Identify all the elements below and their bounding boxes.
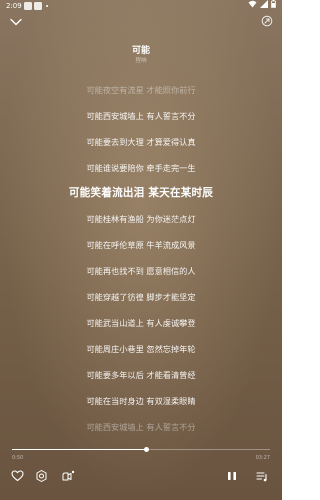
song-title: 可能	[131, 46, 150, 56]
notification-badge-icon	[24, 2, 32, 10]
lyric-line[interactable]: 可能谁说要陪你 牵手走完一生	[0, 162, 282, 174]
progress-fill	[12, 449, 147, 450]
lyric-line[interactable]: 可能穿越了彷徨 脚步才能坚定	[0, 291, 282, 303]
battery-icon	[271, 0, 276, 8]
lyric-line[interactable]: 可能要多年以后 才能看清曾经	[0, 369, 282, 381]
song-artist[interactable]: 程响	[0, 56, 282, 64]
current-time: 0:50	[12, 455, 24, 461]
mv-icon[interactable]	[60, 469, 76, 483]
speed-icon[interactable]	[35, 469, 48, 483]
lyrics-panel[interactable]: 可能夜空有流星 才能照你前行 可能西安城墙上 有人誓言不分 可能要去到大理 才算…	[0, 80, 282, 436]
playlist-icon[interactable]	[255, 469, 269, 483]
lyric-line[interactable]: 可能要去到大理 才算爱得认真	[0, 136, 282, 148]
status-bar: 2:09	[0, 0, 282, 12]
lyric-line[interactable]: 可能桂林有渔船 为你迷茫点灯	[0, 213, 282, 225]
status-time: 2:09	[6, 2, 22, 10]
lyric-line[interactable]: 可能周庄小巷里 忽然忘掉年轮	[0, 343, 282, 355]
app-badge-icon	[34, 2, 42, 10]
share-icon[interactable]	[261, 15, 273, 27]
status-right	[248, 0, 276, 8]
progress-thumb[interactable]	[143, 447, 149, 452]
lyric-line[interactable]: 可能西安城墙上 有人誓言不分	[0, 421, 282, 433]
lyric-line[interactable]: 可能在当时身边 有双湿柔眼睛	[0, 395, 282, 407]
lyric-line[interactable]: 可能再也找不到 愿意相信的人	[0, 265, 282, 277]
heart-icon[interactable]	[11, 469, 24, 483]
player-screen: 2:09 可能 程响 可能夜空有流星 才能照你前行 可能西安城墙上 有人誓言不分…	[0, 0, 282, 500]
signal-icon	[260, 0, 268, 8]
wifi-icon	[248, 0, 257, 8]
status-badges	[24, 2, 42, 10]
pause-icon[interactable]	[225, 469, 239, 483]
chevron-down-icon[interactable]	[9, 17, 23, 27]
lyric-line[interactable]: 可能武当山道上 有人虔诚攀登	[0, 317, 282, 329]
lyric-line-active[interactable]: 可能笑着流出泪 某天在某时辰	[0, 185, 282, 200]
lyric-line[interactable]: 可能夜空有流星 才能照你前行	[0, 84, 282, 96]
dot-icon	[46, 5, 48, 7]
progress-track[interactable]	[12, 447, 270, 452]
total-time: 03:27	[255, 455, 270, 461]
lyric-line[interactable]: 可能西安城墙上 有人誓言不分	[0, 110, 282, 122]
lyric-line[interactable]: 可能在呼伦草原 牛羊流成风景	[0, 239, 282, 251]
